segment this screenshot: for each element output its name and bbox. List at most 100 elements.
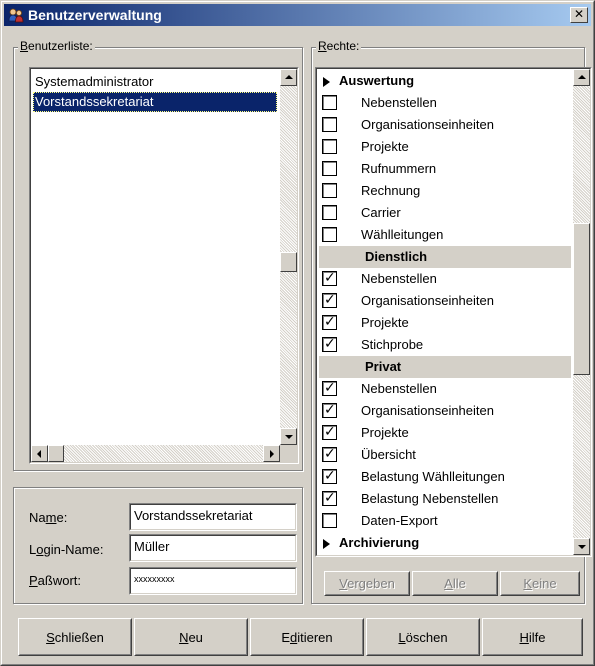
checkbox-checked[interactable]: ✓ [322, 467, 337, 484]
checkbox-unchecked[interactable] [322, 513, 337, 528]
expand-triangle-icon[interactable] [323, 77, 330, 87]
rights-item-label: Daten-Export [361, 513, 438, 528]
checkbox-checked[interactable]: ✓ [322, 423, 337, 440]
expand-triangle-icon[interactable] [323, 539, 330, 549]
rights-list[interactable]: Auswertung Nebenstellen Organisationseinhe… [315, 67, 592, 557]
checkbox-checked[interactable]: ✓ [322, 379, 337, 396]
rights-item[interactable]: Nebenstellen [319, 92, 571, 114]
checkmark-icon: ✓ [324, 379, 336, 395]
checkbox-unchecked[interactable] [322, 95, 337, 110]
scroll-left-button[interactable] [31, 445, 48, 462]
rights-item[interactable]: ✓ Projekte [319, 422, 571, 444]
rights-item-label: Projekte [361, 139, 409, 154]
edit-button[interactable]: Editieren [250, 618, 364, 656]
scroll-corner [280, 445, 297, 462]
rights-subheader: Dienstlich [319, 246, 571, 268]
checkbox-checked[interactable]: ✓ [322, 313, 337, 330]
rights-subheader: Privat [319, 356, 571, 378]
user-list[interactable]: Systemadministrator Vorstandssekretariat [29, 67, 299, 464]
all-button[interactable]: Alle [412, 571, 498, 596]
checkbox-checked[interactable]: ✓ [322, 445, 337, 462]
new-button[interactable]: Neu [134, 618, 248, 656]
close-window-button[interactable]: ✕ [570, 7, 588, 23]
rights-group-label: Rechte: [316, 39, 362, 53]
checkmark-icon: ✓ [324, 467, 336, 483]
scroll-up-button[interactable] [573, 69, 590, 86]
scroll-up-button[interactable] [280, 69, 297, 86]
rights-list-scroll-thumb[interactable] [573, 223, 590, 375]
checkmark-icon: ✓ [324, 291, 336, 307]
rights-item[interactable]: Rufnummern [319, 158, 571, 180]
checkbox-checked[interactable]: ✓ [322, 401, 337, 418]
login-name-label: Login-Name: [29, 542, 104, 557]
rights-item-label: Übersicht [361, 447, 416, 462]
checkmark-icon: ✓ [324, 489, 336, 505]
users-icon [8, 8, 24, 23]
rights-item-label: Organisationseinheiten [361, 293, 494, 308]
rights-item[interactable]: Organisationseinheiten [319, 114, 571, 136]
rights-item[interactable]: Wählleitungen [319, 224, 571, 246]
rights-item[interactable]: ✓ Belastung Nebenstellen [319, 488, 571, 510]
rights-item[interactable]: ✓ Projekte [319, 312, 571, 334]
assign-button[interactable]: Vergeben [324, 571, 410, 596]
checkbox-unchecked[interactable] [322, 117, 337, 132]
rights-section-header[interactable]: Auswertung [319, 70, 571, 92]
user-list-hscroll-thumb[interactable] [48, 445, 64, 462]
checkbox-unchecked[interactable] [322, 139, 337, 154]
none-button[interactable]: Keine [500, 571, 580, 596]
scroll-down-button[interactable] [573, 538, 590, 555]
user-list-item[interactable]: Systemadministrator [33, 72, 153, 92]
rights-item-label: Wählleitungen [361, 227, 444, 242]
rights-list-vscroll[interactable] [573, 69, 590, 555]
rights-item[interactable]: ✓ Nebenstellen [319, 378, 571, 400]
rights-item-label: Projekte [361, 315, 409, 330]
window-title: Benutzerverwaltung [28, 7, 162, 23]
close-button[interactable]: Schließen [18, 618, 132, 656]
rights-item[interactable]: ✓ Übersicht [319, 444, 571, 466]
rights-item[interactable]: Rechnung [319, 180, 571, 202]
user-list-hscroll[interactable] [31, 445, 280, 462]
rights-item-label: Projekte [361, 425, 409, 440]
name-field[interactable]: Vorstandssekretariat [129, 503, 297, 531]
rights-item[interactable]: Daten-Export [319, 510, 571, 532]
rights-item[interactable]: ✓ Belastung Wählleitungen [319, 466, 571, 488]
name-label: Name: [29, 510, 68, 525]
checkbox-unchecked[interactable] [322, 227, 337, 242]
rights-item-label: Carrier [361, 205, 401, 220]
login-name-field[interactable]: Müller [129, 534, 297, 562]
checkmark-icon: ✓ [324, 445, 336, 461]
user-list-group-label: Benutzerliste: [18, 39, 95, 53]
section-label: Auswertung [339, 73, 415, 88]
password-label: Paßwort: [29, 573, 82, 588]
checkbox-checked[interactable]: ✓ [322, 489, 337, 506]
password-field[interactable]: xxxxxxxxx [129, 567, 297, 595]
checkbox-checked[interactable]: ✓ [322, 269, 337, 286]
rights-item[interactable]: ✓ Organisationseinheiten [319, 400, 571, 422]
subheader-label: Privat [365, 359, 402, 374]
checkbox-checked[interactable]: ✓ [322, 291, 337, 308]
title-bar[interactable]: Benutzerverwaltung ✕ [4, 4, 591, 26]
checkbox-unchecked[interactable] [322, 183, 337, 198]
rights-item[interactable]: Projekte [319, 136, 571, 158]
rights-item-label: Nebenstellen [361, 95, 437, 110]
rights-item-label: Stichprobe [361, 337, 424, 352]
user-list-item[interactable]: Vorstandssekretariat [33, 92, 277, 112]
rights-item[interactable]: ✓ Stichprobe [319, 334, 571, 356]
rights-item[interactable]: Carrier [319, 202, 571, 224]
rights-section-header[interactable]: Archivierung [319, 532, 571, 554]
scroll-down-button[interactable] [280, 428, 297, 445]
rights-item-label: Nebenstellen [361, 271, 437, 286]
rights-item[interactable]: ✓ Nebenstellen [319, 268, 571, 290]
checkbox-unchecked[interactable] [322, 161, 337, 176]
section-label: Archivierung [339, 535, 420, 550]
checkbox-checked[interactable]: ✓ [322, 335, 337, 352]
delete-button[interactable]: Löschen [366, 618, 480, 656]
user-list-scroll-thumb[interactable] [280, 252, 297, 272]
checkbox-unchecked[interactable] [322, 205, 337, 220]
user-list-vscroll[interactable] [280, 69, 297, 445]
help-button[interactable]: Hilfe [482, 618, 583, 656]
rights-item-label: Nebenstellen [361, 381, 437, 396]
rights-item[interactable]: ✓ Organisationseinheiten [319, 290, 571, 312]
scroll-right-button[interactable] [263, 445, 280, 462]
checkmark-icon: ✓ [324, 335, 336, 351]
